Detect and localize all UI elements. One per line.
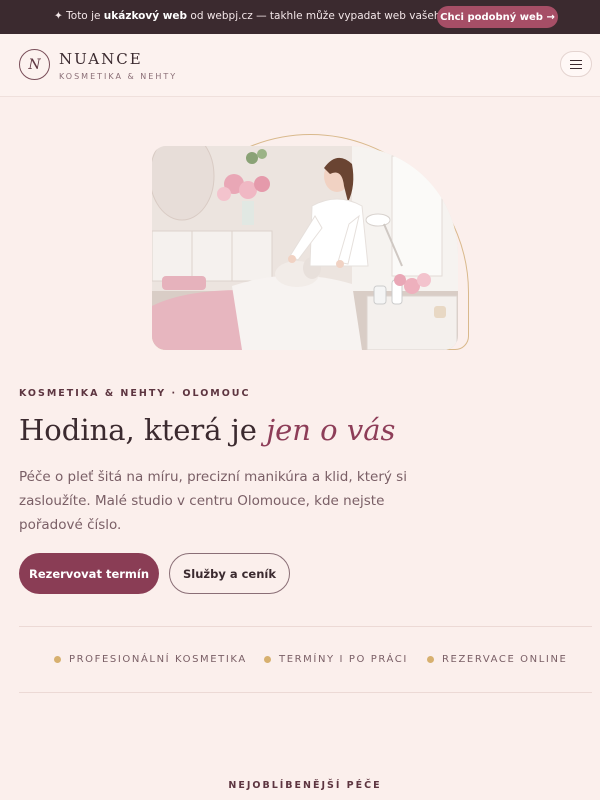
dot-icon — [54, 656, 61, 663]
promo-bold: ukázkový web — [103, 10, 188, 22]
hero-headline: Hodina, která je jen o vás — [19, 413, 395, 447]
feature-item: REZERVACE ONLINE — [427, 654, 567, 665]
brand-tagline: KOSMETIKA & NEHTY — [59, 72, 178, 81]
book-appointment-button[interactable]: Rezervovat termín — [19, 553, 159, 594]
feature-item: TERMÍNY I PO PRÁCI — [264, 654, 408, 665]
dot-icon — [264, 656, 271, 663]
promo-bar: ✦ Toto je ukázkový web od webpj.cz — tak… — [0, 0, 600, 34]
hamburger-icon — [570, 59, 582, 69]
feature-label: TERMÍNY I PO PRÁCI — [279, 654, 408, 665]
feature-label: REZERVACE ONLINE — [442, 654, 568, 665]
services-pricing-button[interactable]: Služby a ceník — [169, 553, 290, 594]
headline-plain: Hodina, která je — [19, 413, 267, 447]
hero-image — [152, 146, 458, 350]
feature-label: PROFESIONÁLNÍ KOSMETIKA — [69, 654, 247, 665]
brand-name[interactable]: NUANCE — [59, 50, 143, 68]
popular-care-eyebrow: NEJOBLÍBENĚJŠÍ PÉČE — [228, 780, 382, 791]
promo-prefix: ✦ Toto je — [54, 10, 104, 22]
hero-lead: Péče o pleť šitá na míru, precizní manik… — [19, 469, 407, 533]
feature-item: PROFESIONÁLNÍ KOSMETIKA — [54, 654, 247, 665]
site-header: N NUANCE KOSMETIKA & NEHTY — [0, 34, 600, 97]
dot-icon — [427, 656, 434, 663]
features-strip: PROFESIONÁLNÍ KOSMETIKA TERMÍNY I PO PRÁ… — [19, 626, 592, 693]
promo-text: ✦ Toto je ukázkový web od webpj.cz — tak… — [54, 10, 486, 22]
menu-button[interactable] — [560, 51, 592, 77]
promo-cta-button[interactable]: Chci podobný web → — [437, 6, 558, 28]
logo-icon[interactable]: N — [19, 49, 50, 80]
hero-eyebrow: KOSMETIKA & NEHTY · OLOMOUC — [19, 388, 251, 399]
headline-accent: jen o vás — [266, 413, 396, 447]
